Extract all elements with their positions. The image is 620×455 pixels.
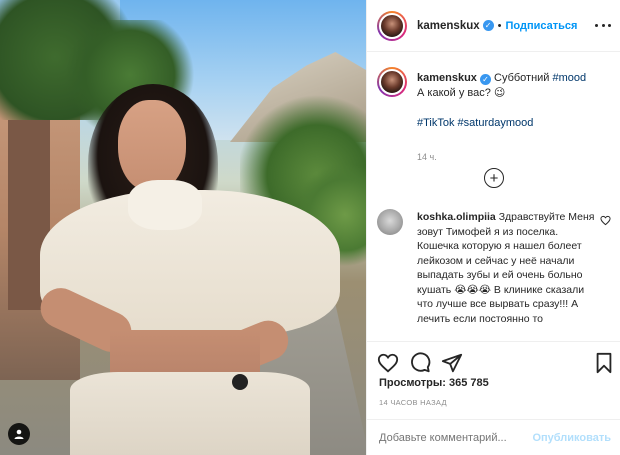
header-username[interactable]: kamenskux — [417, 20, 480, 32]
more-options-icon[interactable] — [595, 17, 611, 33]
avatar-image — [379, 12, 405, 39]
heart-icon[interactable] — [377, 352, 399, 374]
verified-badge-icon: ✓ — [482, 20, 494, 31]
header-separator: • — [497, 19, 502, 32]
comments-area[interactable]: kamenskux ✓ Субботний #mood А какой у вас… — [367, 53, 620, 341]
action-bar — [367, 341, 620, 381]
comment-username[interactable]: koshka.olimpiia — [417, 211, 496, 223]
user-tag-icon[interactable] — [8, 423, 30, 445]
comment-icon[interactable] — [409, 352, 431, 374]
bookmark-icon[interactable] — [593, 352, 615, 374]
media-person-watch — [232, 374, 248, 390]
views-count[interactable]: Просмотры: 365 785 — [379, 377, 489, 389]
media-person-collar — [128, 180, 202, 230]
comment-body: Здравствуйте Меня зовут Тимофей я из пос… — [417, 211, 595, 325]
post-time-ago[interactable]: 14 ЧАСОВ НАЗАД — [379, 398, 447, 407]
caption-avatar[interactable] — [377, 67, 407, 97]
load-more-comments-button[interactable]: + — [484, 168, 504, 188]
post-header: kamenskux ✓ • Подписаться — [367, 0, 620, 52]
caption-line-1: Субботний — [494, 72, 550, 84]
post-side-panel: kamenskux ✓ • Подписаться kamenskux ✓ Суб… — [366, 0, 620, 455]
media-person-face — [118, 100, 186, 192]
hashtag-links[interactable]: #TikTok #saturdaymood — [417, 117, 533, 129]
publish-button[interactable]: Опубликовать — [532, 432, 611, 444]
user-tag-glyph — [14, 429, 24, 439]
caption-line-2: А какой у вас? 😉 — [417, 87, 506, 99]
views-value: 365 785 — [448, 377, 489, 389]
caption-text: kamenskux ✓ Субботний #mood А какой у вас… — [417, 71, 617, 131]
verified-badge-icon: ✓ — [479, 74, 491, 85]
comment-avatar[interactable] — [377, 209, 403, 235]
post-media-video[interactable] — [0, 0, 366, 455]
follow-button[interactable]: Подписаться — [506, 20, 578, 32]
comment-input[interactable] — [379, 431, 529, 444]
caption-avatar-image — [379, 69, 405, 95]
views-label: Просмотры: — [379, 377, 446, 389]
hashtag-link[interactable]: #mood — [553, 72, 587, 84]
avatar[interactable] — [377, 10, 407, 41]
plus-circle-icon: + — [489, 169, 499, 187]
share-icon[interactable] — [441, 352, 463, 374]
comment-text: koshka.olimpiia Здравствуйте Меня зовут … — [417, 210, 597, 326]
caption-time[interactable]: 14 ч. — [417, 152, 437, 162]
media-person-pants — [70, 372, 310, 455]
caption-username[interactable]: kamenskux — [417, 72, 477, 84]
add-comment-bar: Опубликовать — [367, 419, 620, 455]
comment-like-heart-icon[interactable] — [600, 215, 611, 226]
